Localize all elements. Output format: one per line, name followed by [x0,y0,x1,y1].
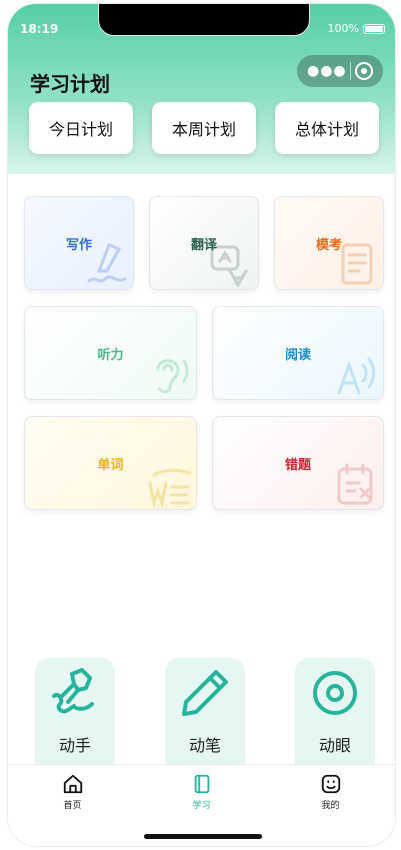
more-icon[interactable]: ●●● [307,63,347,79]
card-mistakes[interactable]: 错题 [212,416,384,510]
eye-icon [313,671,357,715]
tab-mine-label: 我的 [321,801,340,811]
card-writing[interactable]: 写作 [24,196,134,290]
tool-writing[interactable]: 动笔 [165,658,245,768]
card-mock-exam[interactable]: 模考 [274,196,384,290]
phone-frame: 18:19 100% ●●● 学习计划 今日计划 本周计划 总体计划 写作 翻译… [8,4,395,846]
card-listening[interactable]: 听力 [24,306,197,400]
battery-percent: 100% [327,22,359,35]
card-vocabulary[interactable]: 单词 [24,416,197,510]
card-mock-exam-label: 模考 [315,237,342,253]
card-listening-label: 听力 [97,347,124,363]
tab-today-plan[interactable]: 今日计划 [29,102,133,154]
card-vocabulary-label: 单词 [97,457,124,473]
home-indicator [144,834,262,839]
close-target-icon[interactable] [355,62,373,80]
mistakes-icon [337,463,373,505]
device-notch [98,4,310,36]
tab-study[interactable]: 学习 [157,765,247,811]
card-writing-label: 写作 [65,237,92,253]
ear-icon [156,359,189,394]
page-title: 学习计划 [30,72,110,96]
tab-mine[interactable]: 我的 [286,765,376,811]
card-reading[interactable]: 阅读 [212,306,384,400]
card-translation[interactable]: 翻译 [149,196,259,290]
tab-overall-plan[interactable]: 总体计划 [275,102,379,154]
tool-hands-on-label: 动手 [58,736,91,755]
status-battery: 100% [328,22,385,35]
capsule-divider [350,62,352,80]
miniprogram-capsule: ●●● [297,55,383,87]
home-icon [63,774,82,794]
smile-icon [321,774,340,794]
bottom-tab-bar: 首页 学习 我的 [8,764,395,820]
tool-eyes[interactable]: 动眼 [295,658,375,768]
status-time: 18:19 [20,22,59,36]
tab-week-plan[interactable]: 本周计划 [152,102,256,154]
tab-study-label: 学习 [192,801,211,811]
tool-hands-on[interactable]: 动手 [35,658,115,768]
vocabulary-icon [148,468,192,507]
card-reading-label: 阅读 [284,347,311,363]
book-icon [194,774,209,794]
battery-icon [363,23,385,34]
tool-eyes-label: 动眼 [318,736,351,755]
pencil-icon [182,670,228,716]
reading-icon [337,357,375,395]
card-mistakes-label: 错题 [284,457,311,473]
tab-home[interactable]: 首页 [28,765,118,811]
tab-home-label: 首页 [63,801,82,811]
card-translation-label: 翻译 [190,237,217,253]
tool-writing-label: 动笔 [188,736,221,755]
hand-icon [52,668,94,714]
